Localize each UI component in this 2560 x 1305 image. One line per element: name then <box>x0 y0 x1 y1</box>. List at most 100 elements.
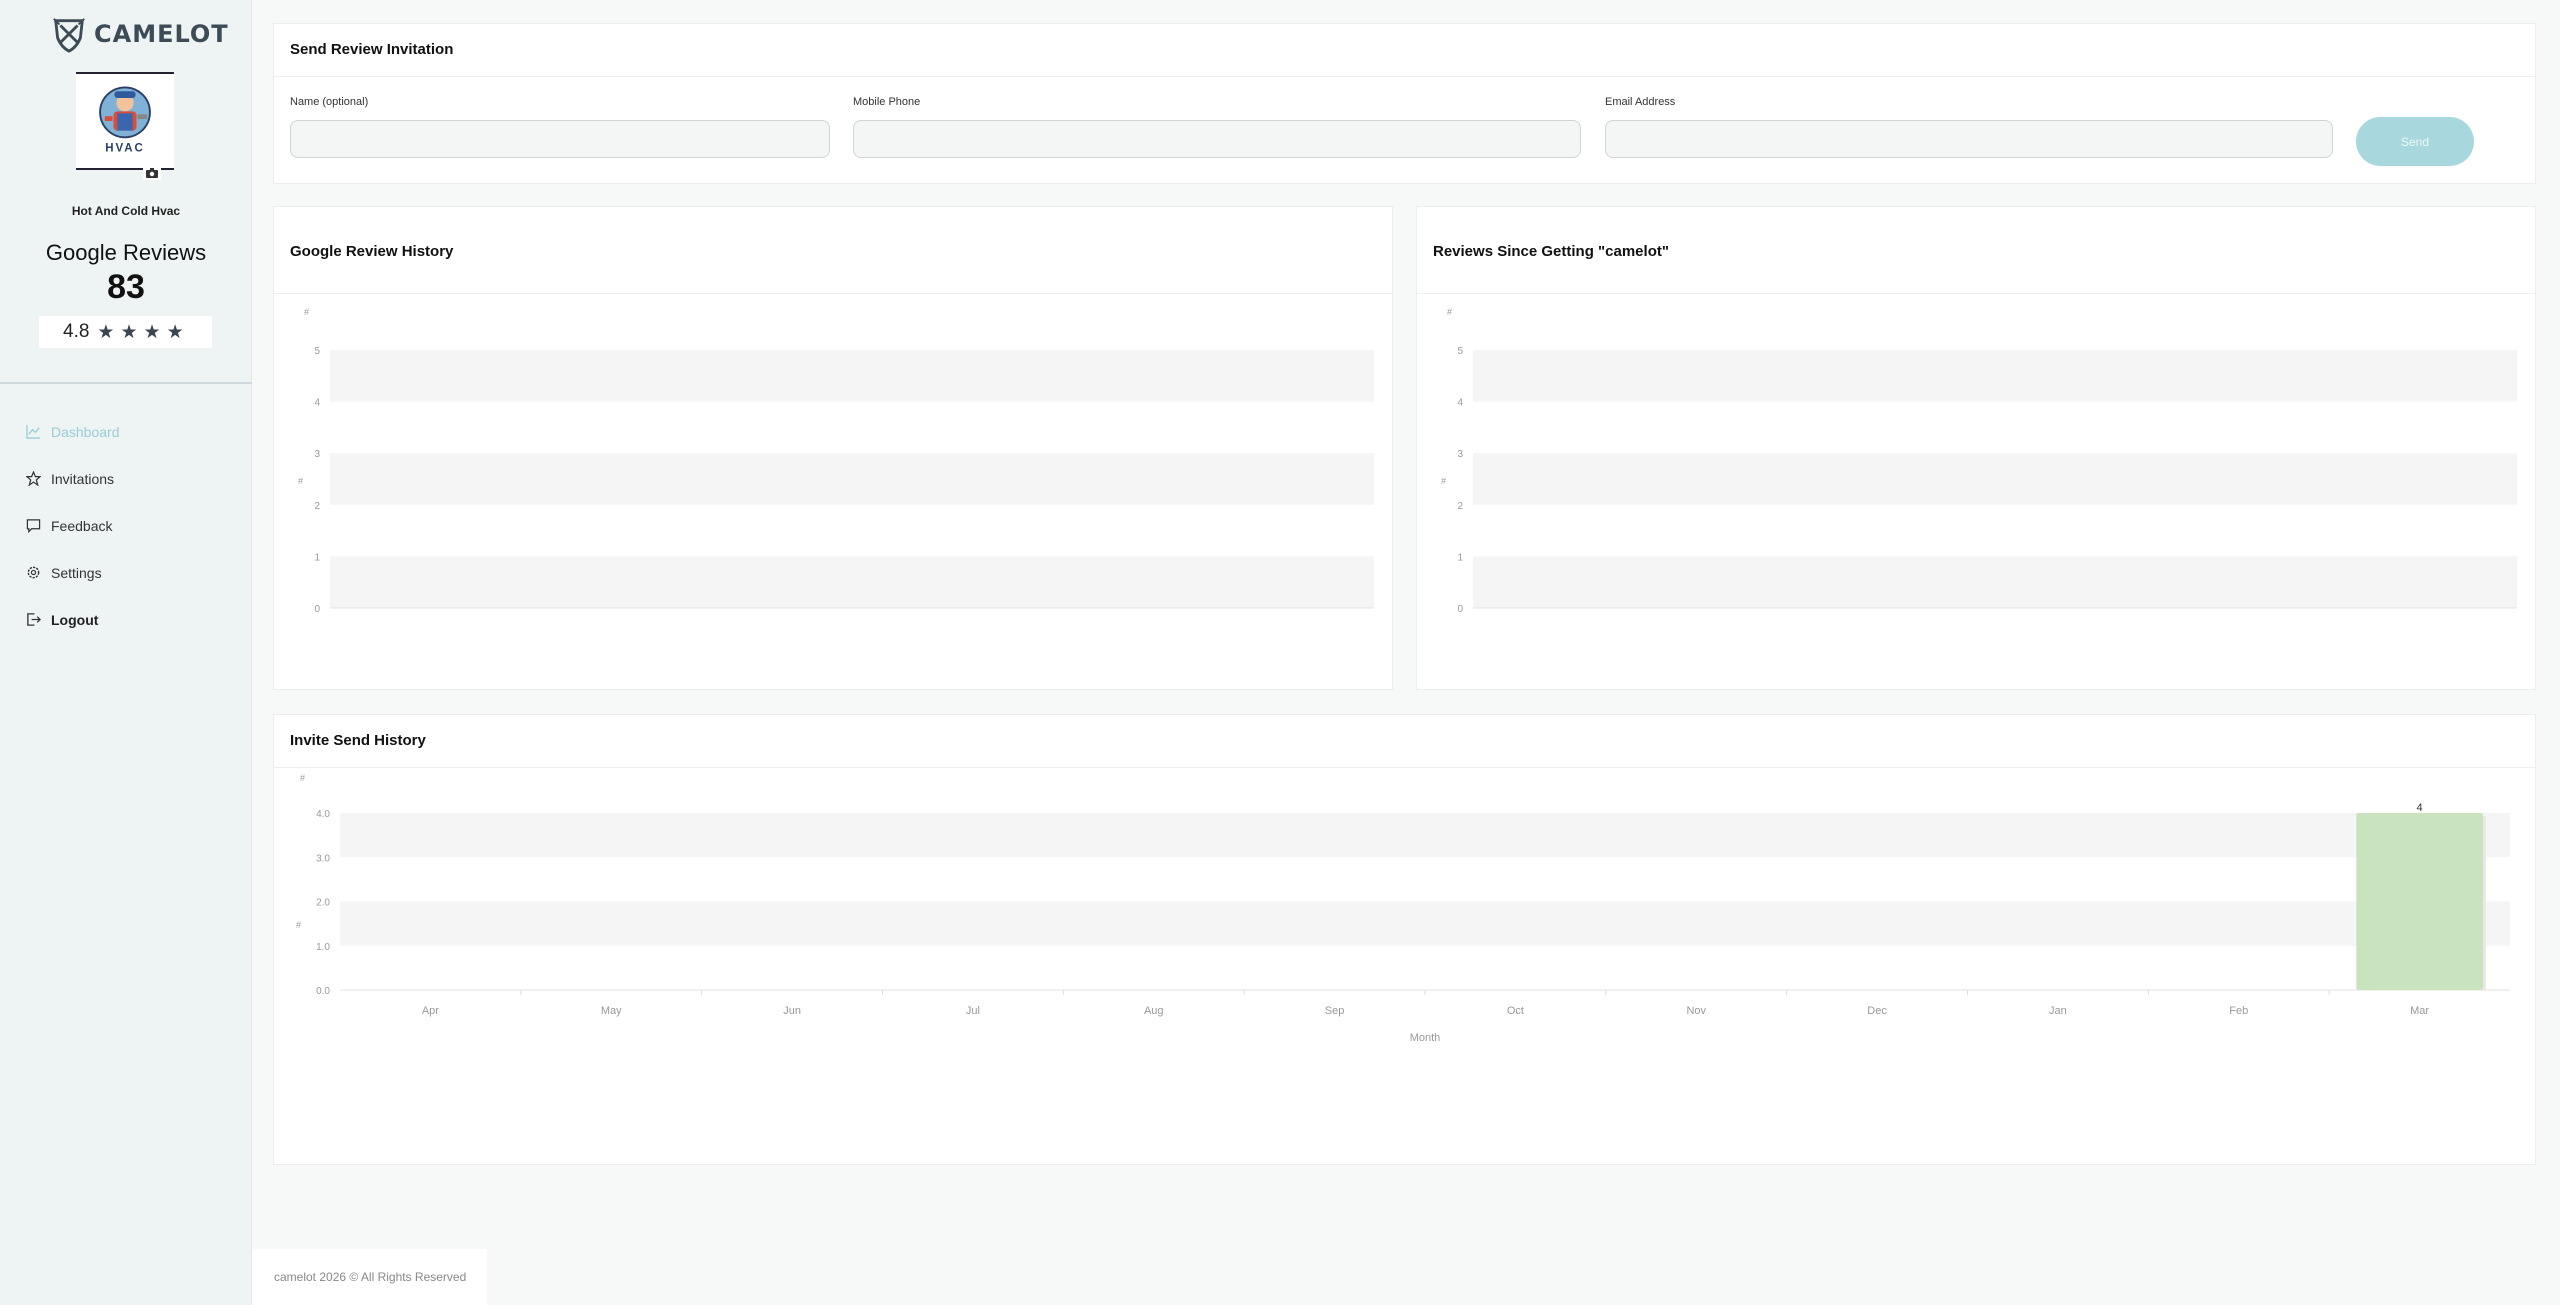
x-tick-label: Sep <box>1325 1005 1345 1017</box>
star-icon: ★ <box>143 321 161 343</box>
y-tick-label: 1.0 <box>316 942 330 953</box>
footer: camelot 2026 © All Rights Reserved <box>252 1249 487 1305</box>
sidebar-item-settings[interactable]: Settings <box>0 549 252 596</box>
email-input[interactable] <box>1605 120 2333 158</box>
x-axis-label: Month <box>1410 1032 1441 1044</box>
x-tick-label: Apr <box>422 1005 439 1017</box>
y-top-label: # <box>300 773 305 783</box>
y-tick-label: 4.0 <box>316 809 330 820</box>
y-tick-label: 0 <box>1457 604 1463 615</box>
logout-icon <box>27 613 41 626</box>
bar-data-label: 4 <box>2417 802 2423 814</box>
hvac-logo-icon: HVAC <box>99 86 151 155</box>
x-tick-label: Nov <box>1686 1005 1706 1017</box>
gear-icon <box>27 566 40 579</box>
chart-line-icon <box>26 424 41 439</box>
y-axis-label: # <box>296 920 301 930</box>
shield-logo-icon <box>53 18 85 53</box>
y-tick-label: 1 <box>314 552 320 563</box>
sidebar-item-label: Feedback <box>51 517 113 534</box>
grid-band <box>340 813 2510 858</box>
sidebar-item-label: Dashboard <box>51 423 120 440</box>
y-tick-label: 4 <box>314 398 320 409</box>
grid-band <box>1473 556 2517 608</box>
google-review-chart: 0 1 2 3 4 5 # # <box>298 307 1374 615</box>
star-icon: ★ <box>97 321 115 343</box>
y-tick-label: 3 <box>314 449 320 460</box>
panel-divider <box>274 76 2535 77</box>
grid-band <box>330 453 1374 505</box>
brand-name: CAMELOT <box>94 20 229 48</box>
sidebar-nav: Dashboard Invitations Feedback Settings … <box>0 408 252 643</box>
reviews-count: 83 <box>107 268 145 306</box>
sidebar-item-label: Logout <box>51 611 99 628</box>
phone-input[interactable] <box>853 120 1581 158</box>
y-tick-label: 0 <box>314 604 320 615</box>
x-tick-label: Dec <box>1867 1005 1887 1017</box>
reviews-since-chart: 0 1 2 3 4 5 # # <box>1441 307 2517 615</box>
name-input[interactable] <box>290 120 830 158</box>
x-tick-label: May <box>601 1005 622 1017</box>
google-review-history-panel: Google Review History 0 1 2 3 4 5 # # <box>273 206 1393 690</box>
x-tick-label: Jul <box>966 1005 980 1017</box>
y-tick-label: 5 <box>314 346 320 357</box>
y-axis-label: # <box>298 476 303 486</box>
sidebar-item-label: Invitations <box>51 470 115 487</box>
panel-divider <box>274 767 2535 768</box>
panel-title: Google Review History <box>290 243 454 260</box>
y-tick-label: 2 <box>1457 501 1463 512</box>
hvac-logo-text: HVAC <box>105 143 144 155</box>
x-tick-label: Jan <box>2049 1005 2067 1017</box>
x-tick-label: Aug <box>1144 1005 1164 1017</box>
y-tick-label: 0.0 <box>316 986 330 997</box>
y-top-label: # <box>1447 307 1452 317</box>
y-axis-label: # <box>1441 476 1446 486</box>
business-name: Hot And Cold Hvac <box>71 204 181 218</box>
grid-band <box>1473 350 2517 402</box>
x-tick-label: Oct <box>1507 1005 1524 1017</box>
y-top-label: # <box>304 307 309 317</box>
panel-title: Send Review Invitation <box>290 41 454 58</box>
rating-box: 4.8 ★ ★ ★ ★ <box>39 316 212 348</box>
bar[interactable] <box>2356 813 2483 990</box>
camera-icon[interactable] <box>143 166 161 180</box>
y-tick-label: 2.0 <box>316 898 330 909</box>
grid-band <box>330 350 1374 402</box>
sidebar-item-invitations[interactable]: Invitations <box>0 455 252 502</box>
x-tick-label: Mar <box>2410 1005 2429 1017</box>
sidebar-item-label: Settings <box>51 564 102 581</box>
sidebar-divider <box>0 382 252 384</box>
y-tick-label: 2 <box>314 501 320 512</box>
business-avatar[interactable]: HVAC <box>76 72 174 170</box>
y-tick-label: 3 <box>1457 449 1463 460</box>
phone-label: Mobile Phone <box>853 96 921 108</box>
y-tick-label: 5 <box>1457 346 1463 357</box>
star-icon: ★ <box>120 321 138 343</box>
panel-title: Invite Send History <box>290 732 426 749</box>
grid-band <box>340 901 2510 946</box>
name-label: Name (optional) <box>290 96 369 108</box>
brand-logo[interactable]: CAMELOT <box>50 14 229 54</box>
invite-history-chart: 0.0 1.0 2.0 3.0 4.0 # # Apr May Jun Jul Aug Sep Oct No… <box>296 773 2510 1044</box>
reviews-title: Google Reviews <box>45 240 207 265</box>
reviews-since-panel: Reviews Since Getting "camelot" 0 1 2 3 4 5 # # <box>1416 206 2536 690</box>
email-label: Email Address <box>1605 96 1676 108</box>
panel-divider <box>1417 293 2535 294</box>
y-tick-label: 1 <box>1457 552 1463 563</box>
grid-band <box>330 556 1374 608</box>
star-icon: ★ <box>166 321 184 343</box>
y-tick-label: 4 <box>1457 398 1463 409</box>
sidebar-item-dashboard[interactable]: Dashboard <box>0 408 252 455</box>
grid-band <box>1473 453 2517 505</box>
send-invitation-panel: Send Review Invitation Name (optional) M… <box>273 23 2536 184</box>
message-icon <box>26 519 41 533</box>
x-tick-label: Feb <box>2229 1005 2248 1017</box>
y-tick-label: 3.0 <box>316 853 330 864</box>
sidebar-item-feedback[interactable]: Feedback <box>0 502 252 549</box>
invite-send-history-panel: Invite Send History 0.0 1.0 2.0 3.0 4.0 # # Apr… <box>273 714 2536 1165</box>
rating-value: 4.8 <box>63 321 90 342</box>
x-tick-label: Jun <box>783 1005 801 1017</box>
sidebar-item-logout[interactable]: Logout <box>0 596 252 643</box>
send-button[interactable]: Send <box>2356 117 2474 166</box>
panel-title: Reviews Since Getting "camelot" <box>1433 243 1669 260</box>
